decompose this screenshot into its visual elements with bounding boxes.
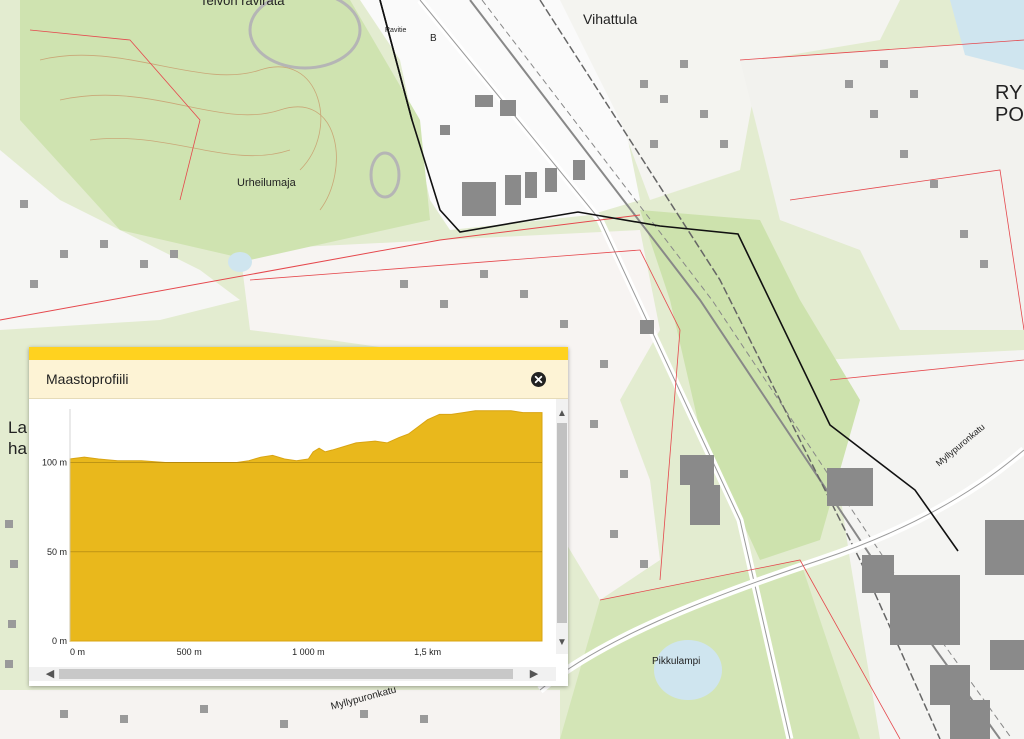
close-button[interactable] [531,372,546,387]
x-tick-label: 1,5 km [414,647,441,657]
horizontal-scrollbar[interactable]: ◀ ▶ [29,667,556,681]
map-label-pikkulampi: Pikkulampi [652,656,701,667]
map-label-vihattula: Vihattula [583,11,638,27]
vertical-scrollbar[interactable]: ▲ ▼ [556,399,568,654]
elevation-chart-svg: 0 m 50 m 100 m 0 m 500 m 1 000 m 1,5 km [42,409,543,657]
map-label-po: PO [995,104,1024,126]
panel-accent-bar [29,347,568,360]
panel-title: Maastoprofiili [46,371,129,387]
x-tick-label: 1 000 m [292,647,325,657]
horizontal-scroll-thumb[interactable] [59,669,513,679]
close-icon [534,375,543,384]
map-label-la: La [8,418,27,437]
scroll-up-arrow-icon[interactable]: ▲ [556,407,568,421]
panel-header: Maastoprofiili [29,360,568,399]
scroll-right-arrow-icon[interactable]: ▶ [527,667,541,681]
y-tick-label: 100 m [42,458,67,468]
scroll-down-arrow-icon[interactable]: ▼ [556,636,568,650]
map-label-telvon-ravirata: Telvon ravirata [200,0,285,8]
map-label-b: B [430,33,437,44]
vertical-scroll-thumb[interactable] [557,423,567,623]
map-label-ha: ha [8,439,27,458]
scroll-left-arrow-icon[interactable]: ◀ [43,667,57,681]
y-tick-label: 0 m [52,636,67,646]
y-tick-label: 50 m [47,547,67,557]
map-label-ravitie: Ravitie [385,27,407,34]
x-tick-label: 500 m [177,647,202,657]
elevation-area[interactable] [69,410,543,642]
elevation-chart: 0 m 50 m 100 m 0 m 500 m 1 000 m 1,5 km [29,399,556,671]
map-label-ry: RY [995,82,1023,104]
map-label-urheilumaja: Urheilumaja [237,177,296,189]
x-tick-label: 0 m [70,647,85,657]
terrain-profile-panel: Maastoprofiili 0 m 50 m 100 m 0 m 500 m 1 000… [29,347,568,686]
